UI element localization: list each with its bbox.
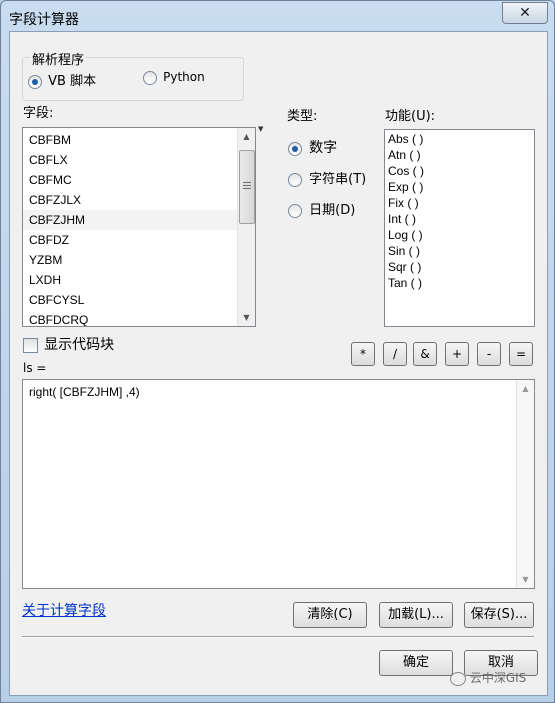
- save-button[interactable]: 保存(S)...: [464, 602, 534, 628]
- watermark: 云中深GIS: [450, 669, 526, 686]
- field-item[interactable]: CBFDZ: [23, 230, 255, 250]
- field-item[interactable]: CBFZJLX: [23, 190, 255, 210]
- clear-button[interactable]: 清除(C): [293, 602, 367, 628]
- field-item[interactable]: CBFZJHM: [23, 210, 255, 230]
- scroll-thumb[interactable]: [239, 150, 255, 224]
- parser-option-vb[interactable]: VB 脚本: [28, 70, 96, 89]
- field-item[interactable]: CBFDCRQ: [23, 310, 255, 326]
- expression-label: ls =: [23, 361, 47, 375]
- field-calculator-window: 字段计算器 ✕ 解析程序 VB 脚本 Python 字段: CBFBM CBFL…: [0, 0, 555, 703]
- function-item[interactable]: Tan ( ): [385, 275, 534, 291]
- type-label: 类型:: [287, 109, 318, 124]
- function-item[interactable]: Atn ( ): [385, 147, 534, 163]
- watermark-text: 云中深GIS: [469, 671, 527, 685]
- functions-label: 功能(U):: [385, 109, 436, 124]
- operator-plus-button[interactable]: +: [445, 342, 469, 366]
- field-item[interactable]: CBFCYSL: [23, 290, 255, 310]
- type-option-string[interactable]: 字符串(T): [288, 168, 366, 187]
- show-codeblock-label: 显示代码块: [44, 337, 115, 353]
- scroll-down-icon[interactable]: ▼: [517, 571, 534, 588]
- function-item[interactable]: Fix ( ): [385, 195, 534, 211]
- fields-label: 字段:: [23, 106, 54, 121]
- type-option-number[interactable]: 数字: [288, 137, 337, 157]
- load-button[interactable]: 加载(L)...: [379, 602, 453, 628]
- type-option-label: 数字: [309, 140, 338, 156]
- functions-list[interactable]: Abs ( ) Atn ( ) Cos ( ) Exp ( ) Fix ( ) …: [384, 129, 535, 327]
- scroll-up-icon[interactable]: ▲: [238, 128, 255, 145]
- function-item[interactable]: Exp ( ): [385, 179, 534, 195]
- operator-concat-button[interactable]: &: [413, 342, 437, 366]
- radio-selected-icon[interactable]: [288, 141, 302, 156]
- parser-option-label: Python: [163, 70, 205, 84]
- field-item[interactable]: CBFBM: [23, 130, 255, 150]
- operator-equals-button[interactable]: =: [509, 342, 533, 366]
- radio-selected-icon[interactable]: [28, 74, 42, 89]
- operator-minus-button[interactable]: -: [477, 342, 501, 366]
- window-title: 字段计算器: [9, 12, 79, 28]
- function-item[interactable]: Sin ( ): [385, 243, 534, 259]
- fields-scrollbar[interactable]: ▲ ▼: [237, 128, 255, 326]
- close-icon[interactable]: ✕: [502, 2, 548, 24]
- function-item[interactable]: Cos ( ): [385, 163, 534, 179]
- parser-group-label: 解析程序: [30, 49, 87, 68]
- function-item[interactable]: Int ( ): [385, 211, 534, 227]
- type-option-date[interactable]: 日期(D): [288, 199, 355, 218]
- field-item[interactable]: YZBM: [23, 250, 255, 270]
- field-item[interactable]: CBFLX: [23, 150, 255, 170]
- expression-text[interactable]: right( [CBFZJHM] ,4): [23, 380, 534, 404]
- function-item[interactable]: Abs ( ): [385, 131, 534, 147]
- separator: [22, 636, 534, 638]
- field-item[interactable]: CBFMC: [23, 170, 255, 190]
- ok-button[interactable]: 确定: [379, 650, 453, 676]
- dialog-body: 解析程序 VB 脚本 Python 字段: CBFBM CBFLX CBFMC …: [9, 31, 548, 696]
- show-codeblock-checkbox[interactable]: 显示代码块: [23, 334, 114, 354]
- wechat-icon: [450, 671, 466, 686]
- function-item[interactable]: Sqr ( ): [385, 259, 534, 275]
- expression-scrollbar[interactable]: ▲ ▼: [516, 380, 534, 588]
- radio-icon[interactable]: [143, 70, 157, 85]
- sort-dropdown-icon[interactable]: ▼: [258, 125, 263, 133]
- operator-divide-button[interactable]: /: [383, 342, 407, 366]
- parser-option-label: VB 脚本: [48, 74, 97, 89]
- about-calculate-field-link[interactable]: 关于计算字段: [22, 600, 106, 620]
- expression-editor[interactable]: right( [CBFZJHM] ,4) ▲ ▼: [22, 379, 535, 589]
- fields-list[interactable]: CBFBM CBFLX CBFMC CBFZJLX CBFZJHM CBFDZ …: [22, 127, 256, 327]
- radio-icon[interactable]: [288, 172, 302, 187]
- parser-option-python[interactable]: Python: [143, 70, 205, 85]
- type-option-label: 日期(D): [309, 203, 356, 218]
- radio-icon[interactable]: [288, 203, 302, 218]
- checkbox-icon[interactable]: [23, 338, 38, 353]
- field-item[interactable]: LXDH: [23, 270, 255, 290]
- function-item[interactable]: Log ( ): [385, 227, 534, 243]
- operator-multiply-button[interactable]: *: [351, 342, 375, 366]
- type-option-label: 字符串(T): [309, 172, 367, 187]
- scroll-up-icon[interactable]: ▲: [517, 380, 534, 397]
- scroll-down-icon[interactable]: ▼: [238, 309, 255, 326]
